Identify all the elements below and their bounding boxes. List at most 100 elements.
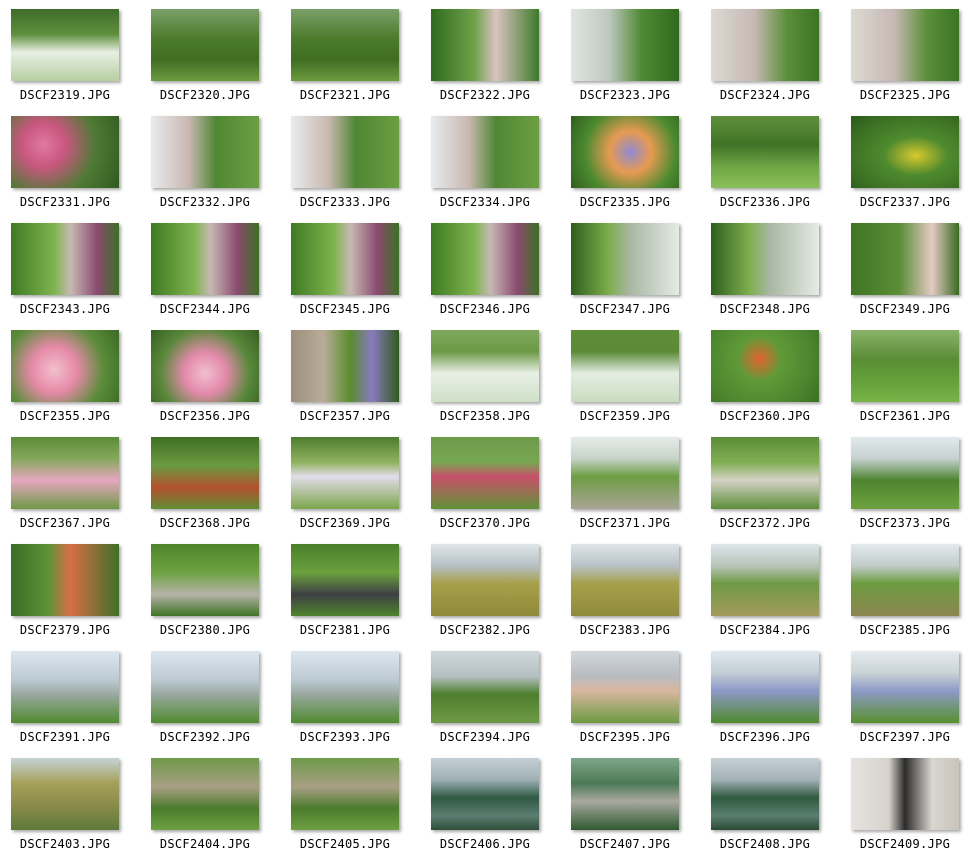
thumbnail-filename[interactable]: DSCF2369.JPG (280, 516, 410, 530)
thumbnail-image[interactable] (291, 9, 399, 81)
thumbnail-image[interactable] (711, 437, 819, 509)
thumbnail-image[interactable] (11, 9, 119, 81)
thumbnail-image[interactable] (851, 758, 959, 830)
thumbnail-item[interactable]: DSCF2347.JPG (560, 223, 700, 330)
thumbnail-item[interactable]: DSCF2343.JPG (0, 223, 140, 330)
thumbnail-image[interactable] (431, 223, 539, 295)
thumbnail-filename[interactable]: DSCF2372.JPG (700, 516, 830, 530)
thumbnail-filename[interactable]: DSCF2368.JPG (140, 516, 270, 530)
thumbnail-image[interactable] (291, 651, 399, 723)
thumbnail-image[interactable] (11, 116, 119, 188)
thumbnail-item[interactable]: DSCF2345.JPG (280, 223, 420, 330)
thumbnail-filename[interactable]: DSCF2357.JPG (280, 409, 410, 423)
thumbnail-filename[interactable]: DSCF2359.JPG (560, 409, 690, 423)
thumbnail-filename[interactable]: DSCF2337.JPG (840, 195, 970, 209)
thumbnail-item[interactable]: DSCF2331.JPG (0, 116, 140, 223)
thumbnail-image[interactable] (851, 223, 959, 295)
thumbnail-filename[interactable]: DSCF2332.JPG (140, 195, 270, 209)
thumbnail-image[interactable] (11, 651, 119, 723)
thumbnail-filename[interactable]: DSCF2383.JPG (560, 623, 690, 637)
thumbnail-item[interactable]: DSCF2379.JPG (0, 544, 140, 651)
thumbnail-item[interactable]: DSCF2407.JPG (560, 758, 700, 858)
thumbnail-image[interactable] (11, 758, 119, 830)
thumbnail-filename[interactable]: DSCF2333.JPG (280, 195, 410, 209)
thumbnail-item[interactable]: DSCF2323.JPG (560, 9, 700, 116)
thumbnail-image[interactable] (571, 544, 679, 616)
thumbnail-item[interactable]: DSCF2408.JPG (700, 758, 840, 858)
thumbnail-item[interactable]: DSCF2395.JPG (560, 651, 700, 758)
thumbnail-item[interactable]: DSCF2334.JPG (420, 116, 560, 223)
thumbnail-item[interactable]: DSCF2383.JPG (560, 544, 700, 651)
thumbnail-filename[interactable]: DSCF2358.JPG (420, 409, 550, 423)
thumbnail-item[interactable]: DSCF2372.JPG (700, 437, 840, 544)
thumbnail-item[interactable]: DSCF2360.JPG (700, 330, 840, 437)
thumbnail-image[interactable] (151, 330, 259, 402)
thumbnail-filename[interactable]: DSCF2385.JPG (840, 623, 970, 637)
thumbnail-filename[interactable]: DSCF2379.JPG (0, 623, 130, 637)
thumbnail-filename[interactable]: DSCF2408.JPG (700, 837, 830, 851)
thumbnail-image[interactable] (851, 651, 959, 723)
thumbnail-image[interactable] (571, 758, 679, 830)
thumbnail-filename[interactable]: DSCF2347.JPG (560, 302, 690, 316)
thumbnail-filename[interactable]: DSCF2403.JPG (0, 837, 130, 851)
thumbnail-image[interactable] (151, 223, 259, 295)
thumbnail-item[interactable]: DSCF2396.JPG (700, 651, 840, 758)
thumbnail-item[interactable]: DSCF2368.JPG (140, 437, 280, 544)
thumbnail-item[interactable]: DSCF2357.JPG (280, 330, 420, 437)
thumbnail-image[interactable] (571, 116, 679, 188)
thumbnail-image[interactable] (851, 330, 959, 402)
thumbnail-filename[interactable]: DSCF2349.JPG (840, 302, 970, 316)
thumbnail-image[interactable] (431, 544, 539, 616)
thumbnail-item[interactable]: DSCF2332.JPG (140, 116, 280, 223)
thumbnail-image[interactable] (151, 9, 259, 81)
thumbnail-image[interactable] (291, 223, 399, 295)
thumbnail-image[interactable] (291, 544, 399, 616)
thumbnail-image[interactable] (851, 116, 959, 188)
thumbnail-item[interactable]: DSCF2361.JPG (840, 330, 977, 437)
thumbnail-item[interactable]: DSCF2380.JPG (140, 544, 280, 651)
thumbnail-filename[interactable]: DSCF2396.JPG (700, 730, 830, 744)
thumbnail-image[interactable] (11, 330, 119, 402)
thumbnail-image[interactable] (431, 116, 539, 188)
thumbnail-filename[interactable]: DSCF2407.JPG (560, 837, 690, 851)
thumbnail-item[interactable]: DSCF2335.JPG (560, 116, 700, 223)
thumbnail-image[interactable] (291, 437, 399, 509)
thumbnail-item[interactable]: DSCF2348.JPG (700, 223, 840, 330)
thumbnail-item[interactable]: DSCF2346.JPG (420, 223, 560, 330)
thumbnail-filename[interactable]: DSCF2323.JPG (560, 88, 690, 102)
thumbnail-filename[interactable]: DSCF2371.JPG (560, 516, 690, 530)
thumbnail-image[interactable] (151, 651, 259, 723)
thumbnail-image[interactable] (571, 330, 679, 402)
thumbnail-item[interactable]: DSCF2381.JPG (280, 544, 420, 651)
thumbnail-item[interactable]: DSCF2384.JPG (700, 544, 840, 651)
thumbnail-filename[interactable]: DSCF2355.JPG (0, 409, 130, 423)
thumbnail-item[interactable]: DSCF2393.JPG (280, 651, 420, 758)
thumbnail-filename[interactable]: DSCF2335.JPG (560, 195, 690, 209)
thumbnail-filename[interactable]: DSCF2373.JPG (840, 516, 970, 530)
thumbnail-image[interactable] (151, 116, 259, 188)
thumbnail-filename[interactable]: DSCF2380.JPG (140, 623, 270, 637)
thumbnail-item[interactable]: DSCF2359.JPG (560, 330, 700, 437)
thumbnail-item[interactable]: DSCF2382.JPG (420, 544, 560, 651)
thumbnail-item[interactable]: DSCF2373.JPG (840, 437, 977, 544)
thumbnail-image[interactable] (711, 116, 819, 188)
thumbnail-image[interactable] (571, 223, 679, 295)
thumbnail-item[interactable]: DSCF2344.JPG (140, 223, 280, 330)
thumbnail-image[interactable] (711, 544, 819, 616)
thumbnail-filename[interactable]: DSCF2381.JPG (280, 623, 410, 637)
thumbnail-item[interactable]: DSCF2325.JPG (840, 9, 977, 116)
thumbnail-filename[interactable]: DSCF2344.JPG (140, 302, 270, 316)
thumbnail-item[interactable]: DSCF2321.JPG (280, 9, 420, 116)
thumbnail-filename[interactable]: DSCF2394.JPG (420, 730, 550, 744)
thumbnail-item[interactable]: DSCF2370.JPG (420, 437, 560, 544)
thumbnail-item[interactable]: DSCF2355.JPG (0, 330, 140, 437)
thumbnail-filename[interactable]: DSCF2320.JPG (140, 88, 270, 102)
thumbnail-image[interactable] (291, 330, 399, 402)
thumbnail-filename[interactable]: DSCF2409.JPG (840, 837, 970, 851)
thumbnail-filename[interactable]: DSCF2397.JPG (840, 730, 970, 744)
thumbnail-item[interactable]: DSCF2392.JPG (140, 651, 280, 758)
thumbnail-filename[interactable]: DSCF2367.JPG (0, 516, 130, 530)
thumbnail-item[interactable]: DSCF2394.JPG (420, 651, 560, 758)
thumbnail-filename[interactable]: DSCF2382.JPG (420, 623, 550, 637)
thumbnail-item[interactable]: DSCF2319.JPG (0, 9, 140, 116)
